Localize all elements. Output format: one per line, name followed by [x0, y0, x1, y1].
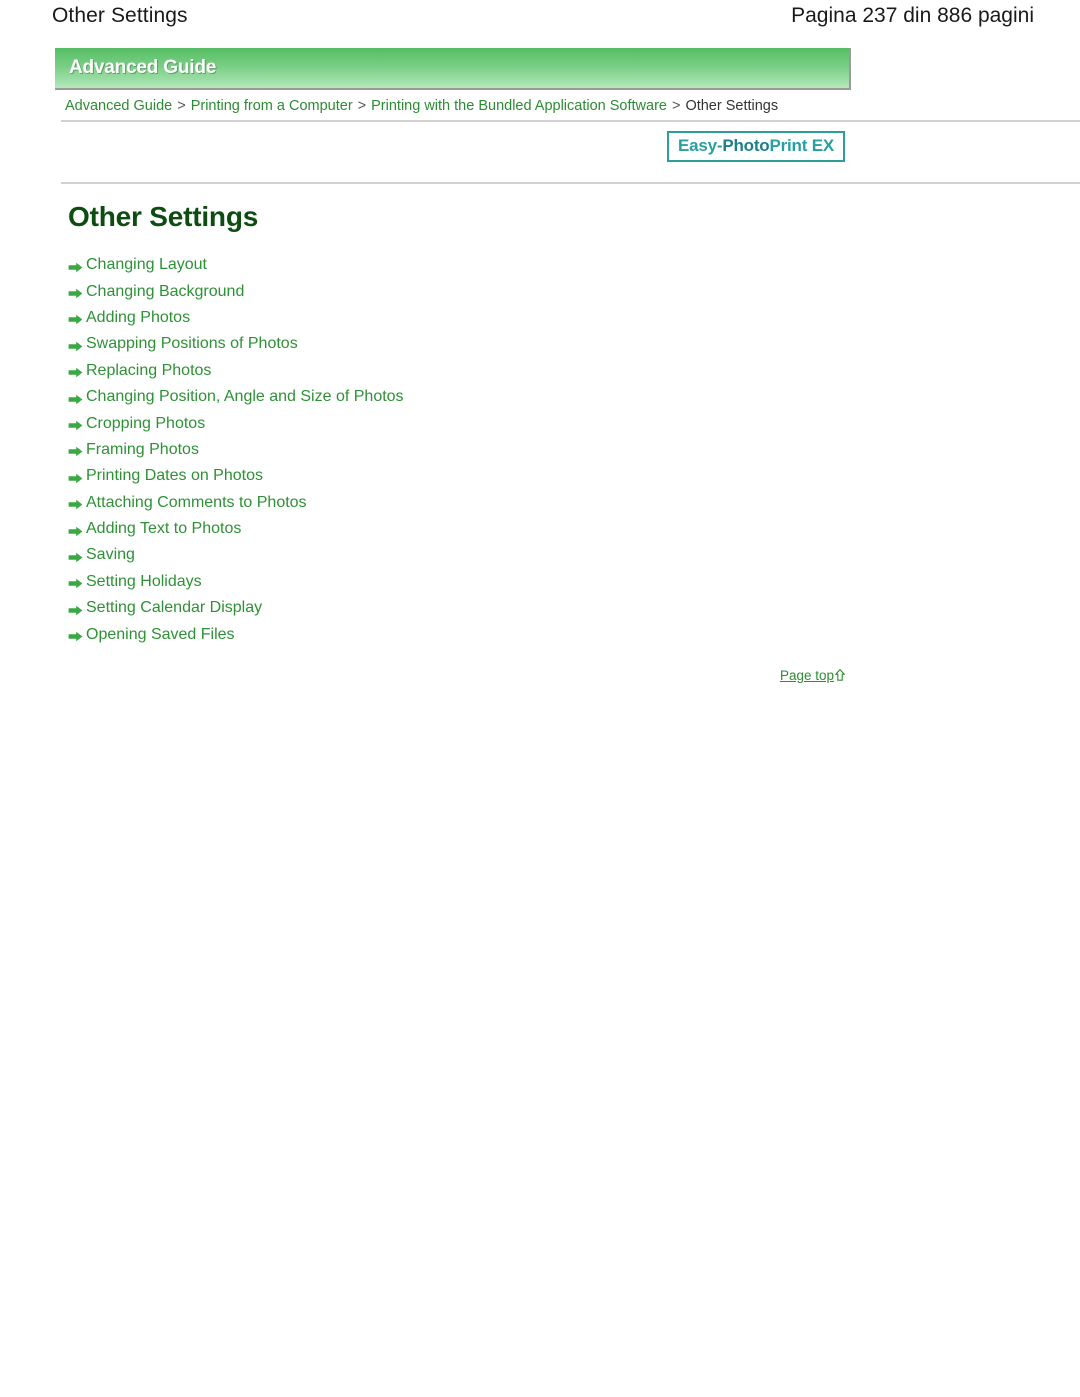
- topic-link[interactable]: Printing Dates on Photos: [86, 467, 263, 485]
- topic-link[interactable]: Saving: [86, 546, 135, 564]
- list-item[interactable]: Changing Layout: [68, 252, 1035, 278]
- list-item[interactable]: Adding Text to Photos: [68, 516, 1035, 542]
- topic-link[interactable]: Changing Background: [86, 283, 244, 301]
- right-arrow-icon: [68, 339, 83, 352]
- topic-link[interactable]: Swapping Positions of Photos: [86, 335, 298, 353]
- right-arrow-icon: [68, 497, 83, 510]
- right-arrow-icon: [68, 260, 83, 272]
- easy-photoprint-ex-logo: Easy-PhotoPrint EX: [666, 131, 845, 162]
- topic-link[interactable]: Setting Holidays: [86, 573, 202, 591]
- list-item[interactable]: Attaching Comments to Photos: [68, 490, 1035, 516]
- list-item[interactable]: Replacing Photos: [68, 358, 1035, 384]
- list-item[interactable]: Changing Position, Angle and Size of Pho…: [68, 384, 1035, 410]
- advanced-guide-banner: Advanced Guide: [55, 48, 851, 90]
- list-item[interactable]: Setting Holidays: [68, 569, 1035, 595]
- breadcrumb-item-current: Other Settings: [685, 98, 779, 114]
- print-page-header: Other Settings Pagina 237 din 886 pagini: [0, 0, 1080, 38]
- topic-link-list: Changing Layout Changing Background Adding…: [68, 252, 1035, 648]
- breadcrumb-divider: [61, 120, 1080, 122]
- page-top-row: Page top: [55, 668, 847, 683]
- up-arrow-icon: [834, 669, 846, 682]
- logo-text-part3: Print EX: [769, 136, 834, 155]
- topic-link[interactable]: Cropping Photos: [86, 415, 205, 433]
- breadcrumb: Advanced Guide > Printing from a Computer >…: [55, 97, 1035, 115]
- topic-link[interactable]: Framing Photos: [86, 441, 199, 459]
- breadcrumb-separator: >: [177, 98, 186, 114]
- logo-divider: [61, 182, 1080, 184]
- topic-link[interactable]: Adding Text to Photos: [86, 520, 241, 538]
- list-item[interactable]: Opening Saved Files: [68, 621, 1035, 647]
- topic-link[interactable]: Changing Layout: [86, 256, 207, 274]
- logo-text-part1: Easy-: [677, 136, 723, 155]
- list-item[interactable]: Framing Photos: [68, 437, 1035, 463]
- list-item[interactable]: Swapping Positions of Photos: [68, 331, 1035, 357]
- logo-text-part2: Photo: [722, 136, 770, 155]
- list-item[interactable]: Cropping Photos: [68, 410, 1035, 436]
- right-arrow-icon: [68, 524, 83, 536]
- breadcrumb-item-printing-with-the-bundled-application-software[interactable]: Printing with the Bundled Application So…: [371, 98, 667, 114]
- page-top-label: Page top: [779, 667, 834, 683]
- list-item[interactable]: Saving: [68, 542, 1035, 568]
- topic-link[interactable]: Adding Photos: [86, 309, 190, 327]
- list-item[interactable]: Setting Calendar Display: [68, 595, 1035, 621]
- breadcrumb-item-printing-from-a-computer[interactable]: Printing from a Computer: [191, 98, 353, 114]
- right-arrow-icon: [68, 629, 83, 642]
- topic-link[interactable]: Opening Saved Files: [86, 626, 235, 644]
- topic-link[interactable]: Replacing Photos: [86, 362, 211, 380]
- topic-link[interactable]: Changing Position, Angle and Size of Pho…: [86, 388, 404, 406]
- right-arrow-icon: [68, 444, 83, 457]
- list-item[interactable]: Adding Photos: [68, 305, 1035, 331]
- right-arrow-icon: [68, 312, 83, 325]
- document-body: Advanced Guide Advanced Guide > Printing f…: [55, 48, 1080, 683]
- right-arrow-icon: [68, 471, 83, 484]
- right-arrow-icon: [68, 365, 83, 378]
- page-top-link[interactable]: Page top: [779, 667, 846, 683]
- page-header-title: Other Settings: [52, 4, 188, 27]
- breadcrumb-item-advanced-guide[interactable]: Advanced Guide: [65, 98, 172, 114]
- topic-link[interactable]: Attaching Comments to Photos: [86, 494, 307, 512]
- right-arrow-icon: [68, 603, 83, 616]
- right-arrow-icon: [68, 286, 83, 299]
- topic-link[interactable]: Setting Calendar Display: [86, 599, 262, 617]
- right-arrow-icon: [68, 576, 83, 589]
- advanced-guide-banner-label: Advanced Guide: [69, 57, 217, 78]
- right-arrow-icon: [68, 392, 83, 404]
- page-title: Other Settings: [68, 201, 259, 232]
- breadcrumb-separator: >: [671, 98, 681, 114]
- product-logo-row: Easy-PhotoPrint EX: [55, 131, 845, 177]
- breadcrumb-separator: >: [357, 98, 367, 114]
- right-arrow-icon: [68, 418, 83, 431]
- list-item[interactable]: Printing Dates on Photos: [68, 463, 1035, 489]
- page-header-page-count: Pagina 237 din 886 pagini: [791, 4, 1034, 27]
- right-arrow-icon: [68, 550, 83, 563]
- list-item[interactable]: Changing Background: [68, 278, 1035, 304]
